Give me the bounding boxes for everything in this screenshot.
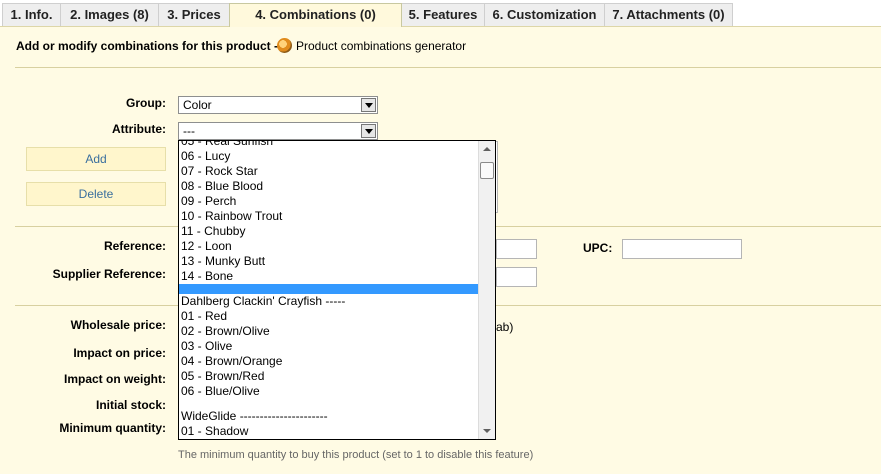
- dropdown-option-group[interactable]: WideGlide ----------------------: [179, 409, 479, 424]
- supplier-reference-label: Supplier Reference:: [52, 267, 166, 281]
- dropdown-option[interactable]: 13 - Munky Butt: [179, 254, 479, 269]
- minimum-quantity-help: The minimum quantity to buy this product…: [178, 449, 534, 461]
- wholesale-note: ab): [496, 320, 514, 334]
- initial-stock-label: Initial stock:: [95, 398, 166, 412]
- dropdown-option[interactable]: 14 - Bone: [179, 269, 479, 284]
- tab-prices[interactable]: 3. Prices: [158, 3, 230, 27]
- dropdown-option[interactable]: 08 - Blue Blood: [179, 179, 479, 194]
- dropdown-scrollbar[interactable]: [478, 141, 495, 439]
- group-select-value: Color: [183, 98, 212, 112]
- generator-link[interactable]: Product combinations generator: [296, 39, 466, 53]
- attribute-select[interactable]: ---: [178, 122, 378, 140]
- add-button[interactable]: Add: [26, 147, 166, 171]
- dropdown-option[interactable]: 11 - Chubby: [179, 224, 479, 239]
- attribute-label: Attribute:: [112, 122, 166, 136]
- generator-icon[interactable]: [277, 38, 292, 53]
- tab-features[interactable]: 5. Features: [401, 3, 485, 27]
- dropdown-option[interactable]: 05 - Real Sunfish: [179, 141, 479, 149]
- tab-info[interactable]: 1. Info.: [2, 3, 61, 27]
- dropdown-options: 05 - Real Sunfish 06 - Lucy 07 - Rock St…: [179, 141, 479, 439]
- chevron-down-icon[interactable]: [361, 98, 376, 112]
- group-select[interactable]: Color: [178, 96, 378, 114]
- tab-bar: 1. Info. 2. Images (8) 3. Prices 4. Comb…: [0, 0, 881, 27]
- dropdown-option[interactable]: 05 - Brown/Red: [179, 369, 479, 384]
- divider: [15, 67, 881, 68]
- supplier-reference-input[interactable]: [496, 267, 537, 287]
- dropdown-option[interactable]: 09 - Perch: [179, 194, 479, 209]
- wholesale-price-label: Wholesale price:: [70, 318, 166, 332]
- tab-images[interactable]: 2. Images (8): [60, 3, 159, 27]
- delete-button[interactable]: Delete: [26, 182, 166, 206]
- dropdown-option[interactable]: [179, 399, 479, 409]
- section-heading: Add or modify combinations for this prod…: [16, 39, 278, 53]
- scroll-up-icon[interactable]: [479, 141, 495, 157]
- dropdown-option[interactable]: 10 - Rainbow Trout: [179, 209, 479, 224]
- reference-input[interactable]: [496, 239, 537, 259]
- dropdown-option[interactable]: 01 - Red: [179, 309, 479, 324]
- dropdown-option-selected[interactable]: [179, 284, 479, 294]
- impact-price-label: Impact on price:: [73, 346, 166, 360]
- impact-weight-label: Impact on weight:: [64, 372, 166, 386]
- dropdown-option[interactable]: 01 - Shadow: [179, 424, 479, 439]
- upc-label: UPC:: [583, 241, 613, 255]
- tab-combinations[interactable]: 4. Combinations (0): [229, 3, 402, 27]
- dropdown-option[interactable]: 03 - Olive: [179, 339, 479, 354]
- scroll-down-icon[interactable]: [479, 423, 495, 439]
- dropdown-option[interactable]: 04 - Brown/Orange: [179, 354, 479, 369]
- dropdown-option[interactable]: 02 - Brown/Olive: [179, 324, 479, 339]
- attribute-select-value: ---: [183, 124, 195, 138]
- attribute-dropdown-list[interactable]: 05 - Real Sunfish 06 - Lucy 07 - Rock St…: [178, 140, 496, 440]
- dropdown-option[interactable]: 12 - Loon: [179, 239, 479, 254]
- tab-attachments[interactable]: 7. Attachments (0): [604, 3, 733, 27]
- scroll-thumb[interactable]: [480, 162, 494, 179]
- reference-label: Reference:: [103, 239, 166, 253]
- group-label: Group:: [126, 96, 166, 110]
- minimum-quantity-label: Minimum quantity:: [59, 421, 166, 435]
- tab-customization[interactable]: 6. Customization: [484, 3, 605, 27]
- chevron-down-icon[interactable]: [361, 124, 376, 138]
- dropdown-option[interactable]: 07 - Rock Star: [179, 164, 479, 179]
- upc-input[interactable]: [622, 239, 742, 259]
- dropdown-option[interactable]: 06 - Blue/Olive: [179, 384, 479, 399]
- dropdown-option-group[interactable]: Dahlberg Clackin' Crayfish -----: [179, 294, 479, 309]
- dropdown-option[interactable]: 06 - Lucy: [179, 149, 479, 164]
